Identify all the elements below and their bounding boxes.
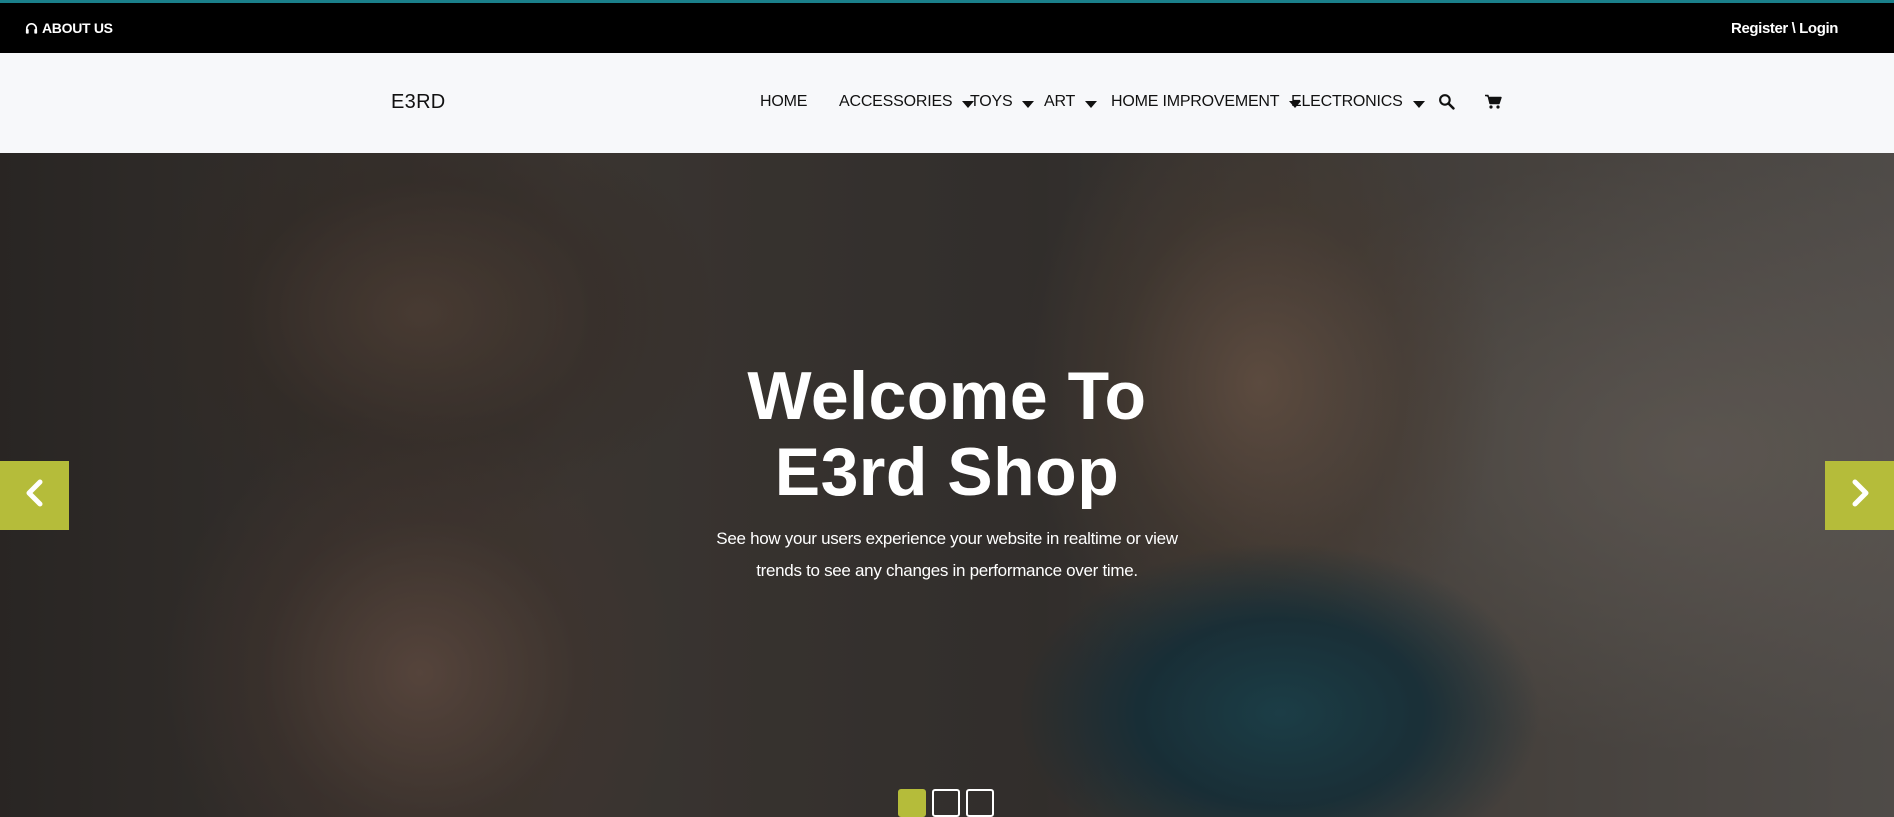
cart-icon[interactable] (1484, 93, 1502, 111)
slide-indicator-3[interactable] (966, 789, 994, 817)
slide-indicator-2[interactable] (932, 789, 960, 817)
hero-subtitle-line: See how your users experience your websi… (716, 529, 1178, 548)
register-login-link[interactable]: Register \ Login (1731, 20, 1838, 37)
chevron-right-icon (1847, 478, 1873, 513)
hero-subtitle: See how your users experience your websi… (0, 523, 1894, 587)
slide-indicators (898, 789, 994, 817)
prev-slide-button[interactable] (0, 461, 69, 530)
nav-item-label: TOYS (970, 93, 1013, 110)
top-bar: ABOUT US Register \ Login (0, 0, 1894, 53)
about-us-label: ABOUT US (42, 20, 113, 36)
caret-down-icon (1412, 100, 1425, 108)
nav-item-label: HOME (760, 93, 808, 110)
slide-indicator-1[interactable] (898, 789, 926, 817)
nav-item-accessories[interactable]: ACCESSORIES (839, 93, 975, 111)
nav-item-toys[interactable]: TOYS (970, 93, 1035, 111)
nav-item-home-improvement[interactable]: HOME IMPROVEMENT (1111, 93, 1302, 111)
nav-item-label: ART (1044, 93, 1076, 110)
brand-logo[interactable]: E3RD (391, 91, 446, 114)
hero-slider: Welcome To E3rd Shop See how your users … (0, 153, 1894, 817)
caret-down-icon (1085, 100, 1098, 108)
next-slide-button[interactable] (1825, 461, 1894, 530)
hero-title-line: E3rd Shop (774, 434, 1120, 510)
nav-item-label: ACCESSORIES (839, 93, 953, 110)
main-navbar: E3RD HOME ACCESSORIES TOYS ART HOME IMPR… (0, 53, 1894, 153)
headset-icon (24, 21, 39, 36)
nav-item-label: HOME IMPROVEMENT (1111, 93, 1280, 110)
about-us-link[interactable]: ABOUT US (24, 20, 113, 36)
search-icon[interactable] (1438, 93, 1456, 111)
hero-title: Welcome To E3rd Shop (0, 358, 1894, 510)
nav-item-electronics[interactable]: ELECTRONICS (1291, 93, 1425, 111)
chevron-left-icon (22, 478, 48, 513)
nav-item-home[interactable]: HOME (760, 93, 807, 111)
nav-item-label: ELECTRONICS (1291, 93, 1403, 110)
hero-title-line: Welcome To (747, 358, 1147, 434)
hero-subtitle-line: trends to see any changes in performance… (756, 561, 1138, 580)
nav-item-art[interactable]: ART (1044, 93, 1098, 111)
caret-down-icon (1022, 100, 1035, 108)
